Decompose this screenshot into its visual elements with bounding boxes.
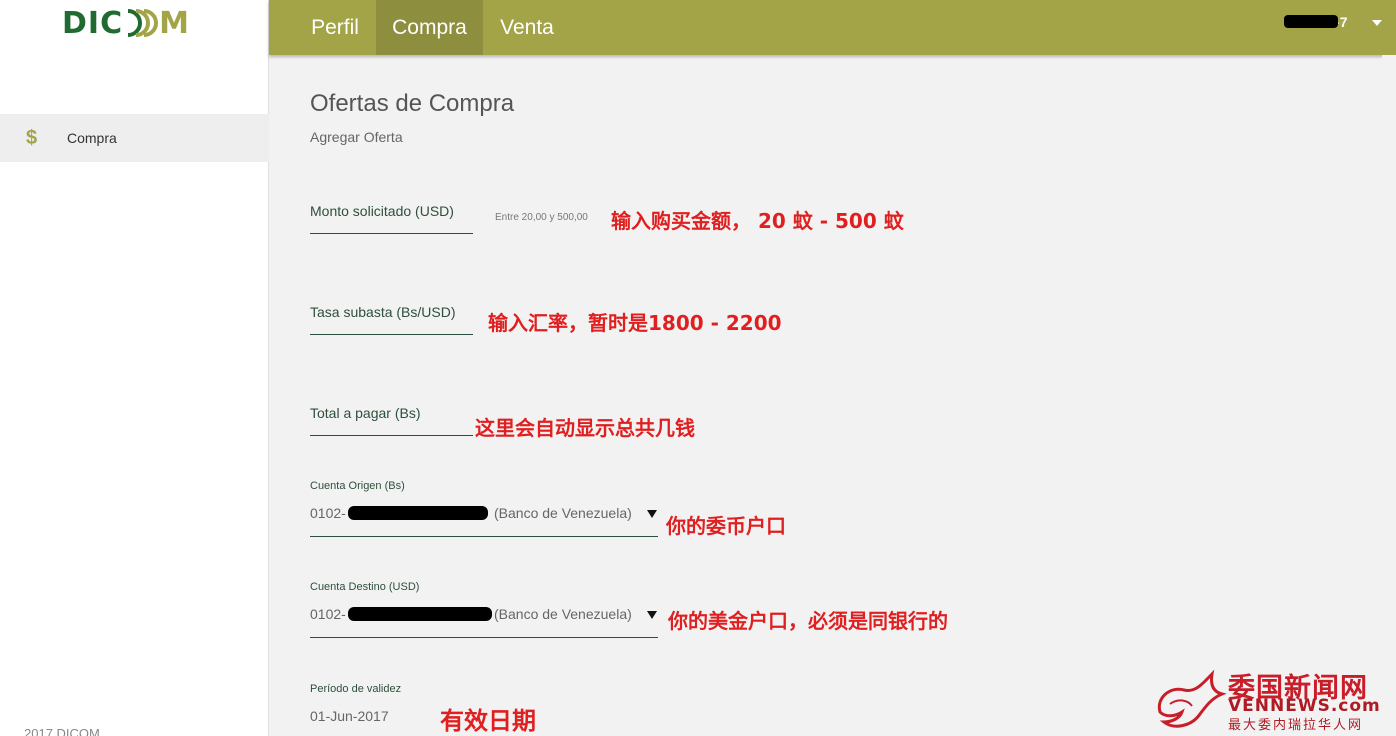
cuenta-origen-prefix[interactable]: 0102- bbox=[310, 505, 346, 521]
cuenta-origen-select[interactable] bbox=[310, 536, 658, 537]
annotation-periodo: 有效日期 bbox=[440, 707, 536, 735]
redaction-bar bbox=[1284, 15, 1338, 28]
sidebar-item-compra[interactable]: $ Compra bbox=[0, 114, 269, 162]
redaction-bar bbox=[348, 506, 488, 520]
dicom-logo[interactable]: DIC M bbox=[62, 5, 190, 41]
tasa-label[interactable]: Tasa subasta (Bs/USD) bbox=[310, 304, 456, 320]
watermark-sub: 最大委内瑞拉华人网 bbox=[1228, 718, 1364, 733]
redaction-bar bbox=[348, 607, 492, 621]
watermark-en: VENNEWS.com bbox=[1228, 696, 1381, 716]
cuenta-destino-bank[interactable]: (Banco de Venezuela) bbox=[494, 606, 632, 622]
page-subtitle: Agregar Oferta bbox=[310, 129, 403, 145]
page-title: Ofertas de Compra bbox=[310, 90, 515, 117]
annotation-origen: 你的委币户口 bbox=[666, 514, 786, 538]
annotation-tasa: 输入汇率，暂时是1800 - 2200 bbox=[488, 311, 782, 335]
periodo-label: Período de validez bbox=[310, 683, 402, 695]
tab-perfil[interactable]: Perfil bbox=[295, 0, 375, 55]
top-nav-bar: Perfil Compra Venta E-84 -7 bbox=[269, 0, 1396, 55]
chevron-down-icon[interactable] bbox=[1372, 20, 1382, 26]
dropdown-arrow-icon[interactable] bbox=[647, 611, 657, 619]
annotation-destino: 你的美金户口，必须是同银行的 bbox=[668, 609, 948, 633]
sidebar: DIC M $ Compra 2017 DICOM bbox=[0, 0, 269, 736]
tab-venta[interactable]: Venta bbox=[483, 0, 571, 55]
annotation-total: 这里会自动显示总共几钱 bbox=[475, 416, 695, 440]
scrollbar[interactable] bbox=[1382, 55, 1396, 736]
monto-label[interactable]: Monto solicitado (USD) bbox=[310, 203, 454, 219]
cuenta-origen-bank[interactable]: (Banco de Venezuela) bbox=[494, 505, 632, 521]
monto-input[interactable] bbox=[310, 233, 473, 234]
cuenta-destino-label: Cuenta Destino (USD) bbox=[310, 581, 420, 593]
tab-compra[interactable]: Compra bbox=[376, 0, 483, 55]
watermark-logo: 委国新闻网 VENNEWS.com 最大委内瑞拉华人网 bbox=[1152, 664, 1392, 734]
sidebar-item-label: Compra bbox=[67, 130, 117, 146]
total-label: Total a pagar (Bs) bbox=[310, 405, 421, 421]
tasa-input[interactable] bbox=[310, 334, 473, 335]
dollar-icon: $ bbox=[26, 126, 38, 149]
logo-arcs-icon bbox=[127, 9, 159, 37]
cuenta-destino-prefix[interactable]: 0102- bbox=[310, 606, 346, 622]
monto-hint: Entre 20,00 y 500,00 bbox=[495, 212, 588, 223]
logo-text-left: DIC bbox=[62, 5, 124, 41]
dragon-icon bbox=[1157, 669, 1227, 728]
logo-text-right: M bbox=[159, 5, 190, 41]
periodo-value[interactable]: 01-Jun-2017 bbox=[310, 708, 389, 724]
dropdown-arrow-icon[interactable] bbox=[647, 510, 657, 518]
cuenta-destino-select[interactable] bbox=[310, 637, 658, 638]
annotation-monto: 输入购买金额， 20 蚊 - 500 蚊 bbox=[611, 209, 904, 233]
footer-text: 2017 DICOM bbox=[24, 726, 100, 736]
cuenta-origen-label: Cuenta Origen (Bs) bbox=[310, 480, 405, 492]
total-field bbox=[310, 435, 473, 436]
